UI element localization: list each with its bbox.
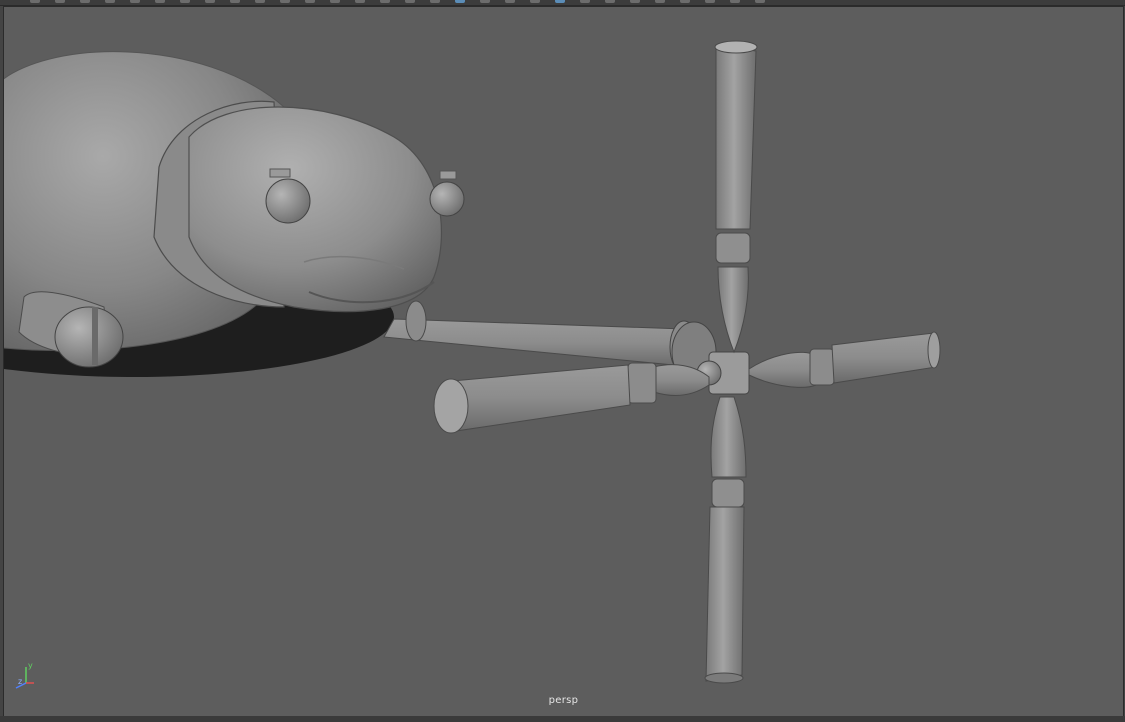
toolbar-button[interactable] <box>80 0 90 3</box>
toolbar-button[interactable] <box>180 0 190 3</box>
toolbar-button[interactable] <box>630 0 640 3</box>
rotor-blade-top <box>714 40 758 354</box>
toolbar-button[interactable] <box>505 0 515 3</box>
rotor-blade-right <box>748 331 941 388</box>
scene-render <box>4 40 941 684</box>
toolbar-button[interactable] <box>380 0 390 3</box>
toolbar-button[interactable] <box>705 0 715 3</box>
view-axis-gizmo: y z <box>15 661 34 689</box>
toolbar-button[interactable] <box>305 0 315 3</box>
viewport-bottom-border <box>0 716 1125 722</box>
maya-window: persp y z <box>0 0 1125 722</box>
toolbar-button[interactable] <box>530 0 540 3</box>
toolbar-button[interactable] <box>405 0 415 3</box>
toolbar-button[interactable] <box>555 0 565 3</box>
perspective-viewport[interactable]: persp y z <box>3 6 1124 717</box>
creature-head <box>188 106 442 313</box>
toolbar-button[interactable] <box>455 0 465 3</box>
creature-eye-left <box>265 178 311 224</box>
toolbar-button[interactable] <box>230 0 240 3</box>
toolbar-button[interactable] <box>330 0 340 3</box>
toolbar-button[interactable] <box>280 0 290 3</box>
toolbar-button[interactable] <box>605 0 615 3</box>
toolbar-button[interactable] <box>480 0 490 3</box>
toolbar-button[interactable] <box>655 0 665 3</box>
rotor-blade-left <box>433 362 710 434</box>
toolbar-button[interactable] <box>30 0 40 3</box>
toolbar-button[interactable] <box>580 0 590 3</box>
camera-name-label: persp <box>548 695 579 706</box>
toolbar-button[interactable] <box>430 0 440 3</box>
toolbar-button[interactable] <box>255 0 265 3</box>
axis-y-label: y <box>28 661 33 670</box>
toolbar-button[interactable] <box>755 0 765 3</box>
toolbar-button[interactable] <box>55 0 65 3</box>
toolbar-button[interactable] <box>730 0 740 3</box>
toolbar-button[interactable] <box>680 0 690 3</box>
toolbar-button[interactable] <box>105 0 115 3</box>
rotor-blade-bottom <box>704 396 747 684</box>
toolbar-button[interactable] <box>355 0 365 3</box>
toolbar-button[interactable] <box>155 0 165 3</box>
toolbar-button[interactable] <box>205 0 215 3</box>
axis-z-label: z <box>18 677 22 686</box>
toolbar-button[interactable] <box>130 0 140 3</box>
creature-eye-right <box>429 181 465 217</box>
